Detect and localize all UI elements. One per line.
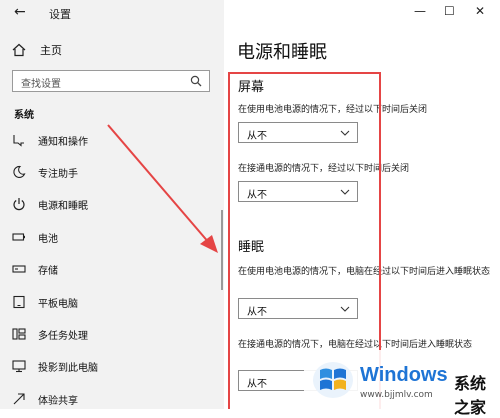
battery-icon (12, 233, 25, 241)
sidebar-item-tablet[interactable]: 平板电脑 (12, 292, 78, 312)
sleep-battery-dropdown[interactable]: 从不 (238, 298, 358, 319)
watermark-subtitle: 系统之家 (454, 374, 487, 417)
sidebar-item-label: 存储 (38, 265, 58, 277)
sidebar-item-power-sleep[interactable]: 电源和睡眠 (12, 194, 88, 214)
watermark-brand: Windows (360, 364, 448, 386)
sidebar-item-label: 电源和睡眠 (38, 200, 88, 212)
sleep-section-title: 睡眠 (238, 240, 265, 255)
search-icon (190, 75, 202, 87)
sidebar-item-label: 电池 (38, 233, 58, 245)
moon-icon (13, 165, 26, 178)
maximize-button[interactable]: ☐ (444, 4, 455, 18)
screen-section-title: 屏幕 (238, 80, 265, 95)
chevron-down-icon (340, 130, 350, 136)
sidebar-item-focus-assist[interactable]: 专注助手 (12, 162, 78, 182)
search-input[interactable]: 查找设置 (12, 70, 210, 92)
sidebar-item-shared-experiences[interactable]: 体验共享 (12, 389, 78, 409)
section-label-system: 系统 (14, 110, 34, 121)
sidebar-item-notifications[interactable]: 通知和操作 (12, 130, 88, 150)
sidebar-item-label: 专注助手 (38, 168, 78, 180)
close-button[interactable]: ✕ (475, 4, 485, 18)
share-icon (13, 393, 25, 405)
search-placeholder: 查找设置 (21, 79, 61, 90)
sidebar-item-battery[interactable]: 电池 (12, 227, 58, 247)
dropdown-value: 从不 (247, 190, 267, 201)
page-title: 电源和睡眠 (237, 42, 327, 63)
screen-battery-dropdown[interactable]: 从不 (238, 122, 358, 143)
sidebar-item-label: 投影到此电脑 (38, 362, 98, 374)
project-icon (12, 360, 26, 373)
windows-logo-icon (313, 362, 353, 398)
watermark-url: www.bjjmlv.com (360, 390, 433, 400)
sidebar-scrollbar[interactable] (221, 210, 223, 290)
sidebar: ← 设置 主页 查找设置 系统 通知和操作 专注助手 电源和睡眠 电池 存储 平… (0, 0, 224, 409)
storage-icon (12, 265, 26, 273)
sidebar-item-storage[interactable]: 存储 (12, 259, 58, 279)
titlebar-left: ← 设置 (0, 0, 224, 26)
tablet-icon (13, 295, 25, 309)
sidebar-item-multitasking[interactable]: 多任务处理 (12, 324, 88, 344)
sidebar-item-label: 体验共享 (38, 395, 78, 407)
dropdown-value: 从不 (247, 131, 267, 142)
multitask-icon (12, 328, 26, 340)
minimize-button[interactable]: — (414, 4, 426, 18)
power-icon (13, 198, 25, 211)
notification-icon (13, 135, 24, 147)
app-title: 设置 (49, 8, 71, 21)
watermark: Windows 系统之家 www.bjjmlv.com (304, 350, 500, 417)
sleep-battery-label: 在使用电池电源的情况下，电脑在经过以下时间后进入睡眠状态 (238, 267, 491, 277)
dropdown-value: 从不 (247, 307, 267, 318)
sidebar-item-project[interactable]: 投影到此电脑 (12, 356, 98, 376)
chevron-down-icon (340, 306, 350, 312)
chevron-down-icon (340, 189, 350, 195)
back-button[interactable]: ← (14, 4, 26, 20)
home-link[interactable]: 主页 (12, 40, 62, 60)
titlebar-right: — ☐ ✕ (224, 0, 500, 26)
home-icon (12, 43, 26, 57)
screen-plugged-dropdown[interactable]: 从不 (238, 181, 358, 202)
sidebar-item-label: 多任务处理 (38, 330, 88, 342)
sidebar-item-label: 通知和操作 (38, 136, 88, 148)
screen-battery-label: 在使用电池电源的情况下，经过以下时间后关闭 (238, 105, 428, 115)
screen-plugged-label: 在接通电源的情况下，经过以下时间后关闭 (238, 164, 410, 174)
settings-window: ← 设置 主页 查找设置 系统 通知和操作 专注助手 电源和睡眠 电池 存储 平… (0, 0, 500, 417)
home-label: 主页 (40, 44, 62, 57)
dropdown-value: 从不 (247, 379, 267, 390)
sidebar-item-label: 平板电脑 (38, 298, 78, 310)
